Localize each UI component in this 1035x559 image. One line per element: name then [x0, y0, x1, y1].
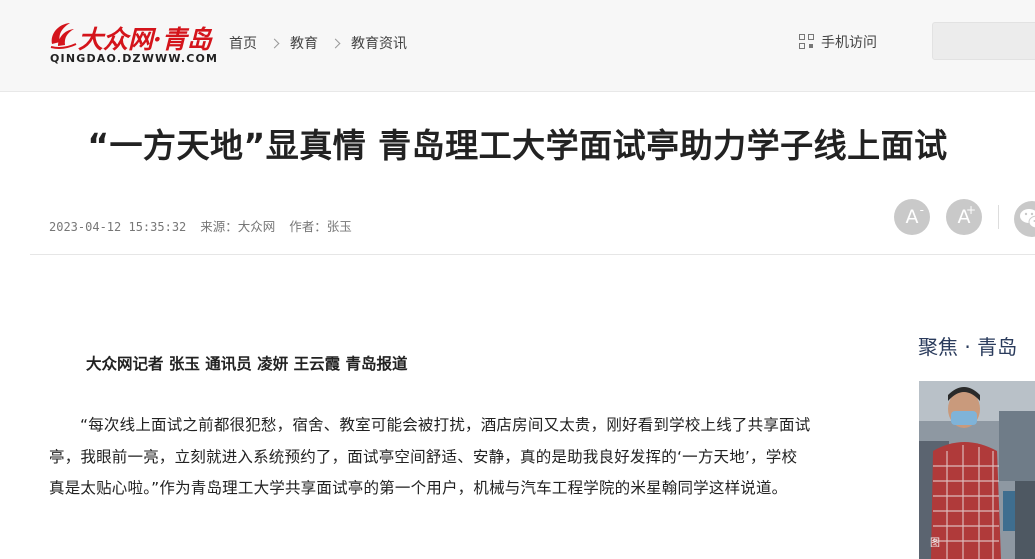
article-author: 作者：张玉: [289, 219, 352, 234]
wechat-share-button[interactable]: [1014, 201, 1035, 237]
minus-icon: -: [919, 203, 924, 217]
article-source: 来源：大众网: [200, 219, 276, 234]
photo-caption: 图: [930, 538, 940, 549]
breadcrumb-education[interactable]: 教育: [290, 33, 318, 53]
font-smaller-button[interactable]: A-: [894, 199, 930, 235]
site-logo[interactable]: 大众网·青岛 QINGDAO.DZWWW.COM: [48, 18, 217, 70]
search-input[interactable]: [932, 22, 1035, 60]
logo-flame-icon: [50, 23, 77, 49]
article-byline: 大众网记者 张玉 通讯员 凌妍 王云霞 青岛报道: [86, 355, 408, 373]
qrcode-icon: [799, 34, 815, 50]
plus-icon: +: [965, 203, 976, 217]
tool-divider: [998, 205, 999, 229]
publish-datetime: 2023-04-12 15:35:32: [49, 220, 187, 234]
mobile-access-link[interactable]: 手机访问: [799, 32, 877, 52]
sidebar-photo[interactable]: [919, 381, 1035, 559]
header-divider: [30, 254, 1035, 255]
article-meta: 2023-04-12 15:35:32 来源：大众网 作者：张玉: [49, 216, 362, 235]
font-larger-button[interactable]: A +: [946, 199, 982, 235]
chevron-right-icon: [330, 38, 341, 48]
breadcrumb-education-news[interactable]: 教育资讯: [351, 33, 407, 53]
breadcrumb-home[interactable]: 首页: [229, 33, 257, 53]
logo-domain: QINGDAO.DZWWW.COM: [50, 52, 219, 65]
site-header: 大众网·青岛 QINGDAO.DZWWW.COM 首页 教育 教育资讯 手机访问: [0, 0, 1035, 92]
wechat-icon: [1020, 209, 1035, 229]
chevron-right-icon: [269, 38, 280, 48]
mobile-access-label: 手机访问: [821, 35, 877, 51]
article-title: “一方天地”显真情 青岛理工大学面试亭助力学子线上面试: [87, 126, 948, 165]
sidebar-title[interactable]: 聚焦 · 青岛: [918, 331, 1017, 360]
logo-text: 大众网·青岛: [78, 25, 212, 54]
student-photo-image: [919, 381, 1035, 559]
font-smaller-label: A: [905, 206, 919, 228]
breadcrumb: 首页 教育 教育资讯: [229, 33, 407, 53]
article-paragraph: “每次线上面试之前都很犯愁，宿舍、教室可能会被打扰，酒店房间又太贵，刚好看到学校…: [49, 416, 811, 497]
